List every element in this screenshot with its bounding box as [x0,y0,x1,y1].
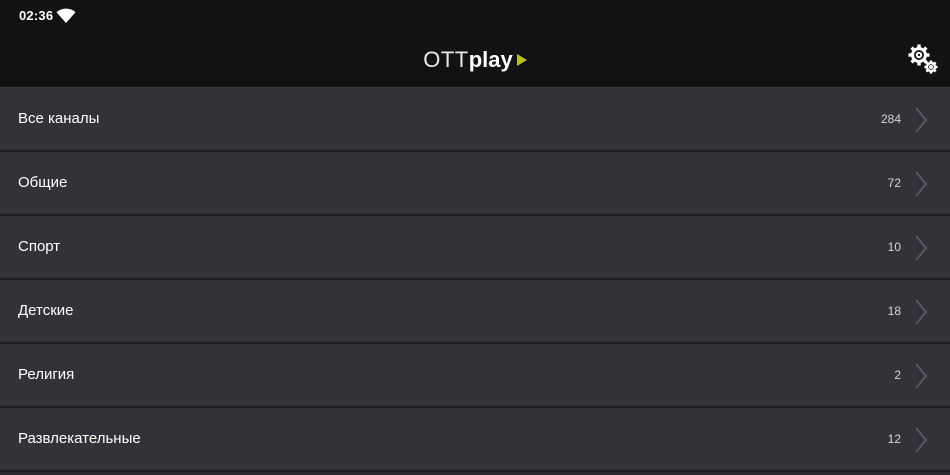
chevron-right-icon [915,299,928,325]
category-item-general[interactable]: Общие 72 [0,152,950,216]
chevron-right-icon [915,171,928,197]
category-label: Детские [18,302,74,319]
category-count: 284 [880,112,901,126]
chevron-right-icon [915,427,928,453]
category-list: Все каналы 284 Общие 72 Спорт 10 Детские… [0,87,950,472]
app-screen: 02:36 OTTplay Все каналы 284 Общие 72 Сп… [0,0,950,475]
category-label: Спорт [18,238,61,255]
chevron-right-icon [915,107,928,133]
category-item-religion[interactable]: Религия 2 [0,344,950,408]
app-logo: OTTplay [0,47,950,73]
wifi-icon [56,8,76,23]
chevron-right-icon [915,363,928,389]
app-header: OTTplay [0,32,950,87]
category-count: 2 [894,368,901,382]
logo-text-play: play [468,47,513,72]
chevron-right-icon [915,235,928,261]
category-label: Общие [18,174,68,191]
category-item-entertainment[interactable]: Развлекательные 12 [0,408,950,472]
category-item-kids[interactable]: Детские 18 [0,280,950,344]
category-item-sport[interactable]: Спорт 10 [0,216,950,280]
logo-text-ott: OTT [423,47,469,72]
category-count: 72 [887,176,901,190]
logo-play-triangle-icon [516,53,527,66]
category-label: Религия [18,366,75,383]
category-label: Развлекательные [18,430,141,447]
category-count: 12 [887,432,901,446]
gears-icon [908,44,938,74]
category-label: Все каналы [18,110,100,127]
status-time: 02:36 [19,8,54,23]
settings-button[interactable] [906,42,940,76]
category-count: 18 [887,304,901,318]
category-count: 10 [887,240,901,254]
status-bar: 02:36 [0,0,950,32]
category-item-all-channels[interactable]: Все каналы 284 [0,87,950,152]
